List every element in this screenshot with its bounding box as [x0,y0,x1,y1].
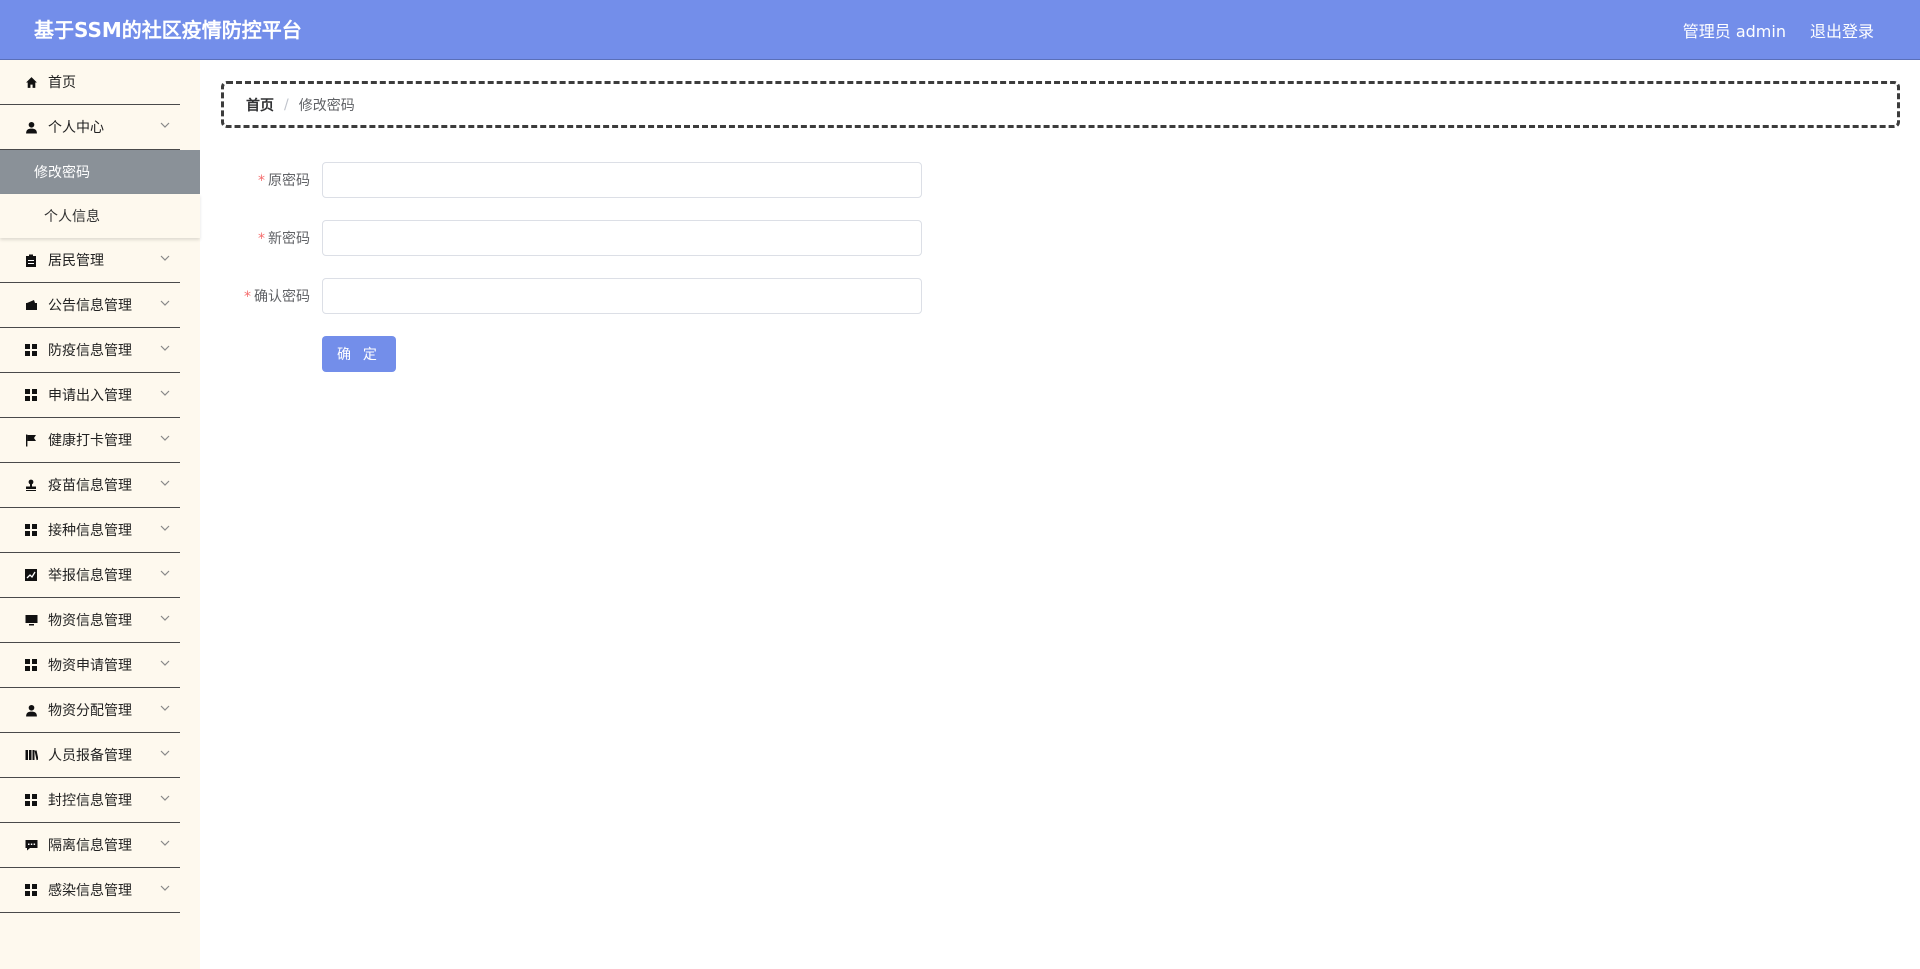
flag-icon [24,433,38,447]
required-asterisk: * [244,289,251,305]
chevron-down-icon [160,795,170,801]
sidebar-item-announcements[interactable]: 公告信息管理 [0,283,180,328]
sidebar-item-label: 居民管理 [48,253,104,269]
logout-button[interactable]: 退出登录 [1810,18,1874,42]
chevron-down-icon [160,885,170,891]
sidebar-item-label: 个人中心 [48,120,104,136]
sidebar-item-label: 防疫信息管理 [48,343,132,359]
sidebar-item-supplies-requests[interactable]: 物资申请管理 [0,643,180,688]
change-password-form: * 原密码 * 新密码 * 确认密码 确 定 [240,162,922,372]
grid-icon [24,793,38,807]
chevron-down-icon [160,122,170,128]
chevron-down-icon [160,750,170,756]
submenu-item-personal-info[interactable]: 个人信息 [0,194,200,238]
form-row-old-password: * 原密码 [240,162,922,198]
comment-icon [24,838,38,852]
grid-icon [24,523,38,537]
chevron-down-icon [160,255,170,261]
chevron-down-icon [160,840,170,846]
sidebar-item-label: 物资信息管理 [48,613,132,629]
sidebar: 首页 个人中心 修改密码 个人信息 居民管理 公告信息管理 防疫信息管理 申请出… [0,60,200,969]
chevron-down-icon [160,525,170,531]
sidebar-item-supplies-allocation[interactable]: 物资分配管理 [0,688,180,733]
monitor-icon [24,613,38,627]
sidebar-item-health-checkin[interactable]: 健康打卡管理 [0,418,180,463]
grid-icon [24,883,38,897]
sidebar-item-lockdown-info[interactable]: 封控信息管理 [0,778,180,823]
sidebar-item-reports[interactable]: 举报信息管理 [0,553,180,598]
sidebar-item-label: 申请出入管理 [48,388,132,404]
sidebar-item-label: 接种信息管理 [48,523,132,539]
chevron-down-icon [160,390,170,396]
chevron-down-icon [160,660,170,666]
old-password-label: * 原密码 [258,173,310,189]
books-icon [24,748,38,762]
sidebar-item-label: 物资分配管理 [48,703,132,719]
confirm-button[interactable]: 确 定 [322,336,396,372]
home-icon [24,75,38,89]
user-icon [24,120,38,134]
required-asterisk: * [258,231,265,247]
confirm-password-label: * 确认密码 [244,289,310,305]
sidebar-item-vaccination-info[interactable]: 接种信息管理 [0,508,180,553]
sidebar-item-access-requests[interactable]: 申请出入管理 [0,373,180,418]
stamp-icon [24,478,38,492]
grid-icon [24,343,38,357]
sidebar-item-quarantine-info[interactable]: 隔离信息管理 [0,823,180,868]
person-icon [24,703,38,717]
form-row-new-password: * 新密码 [240,220,922,256]
new-password-label: * 新密码 [258,231,310,247]
header-user-area: 管理员 admin 退出登录 [1683,0,1874,60]
chevron-down-icon [160,570,170,576]
sidebar-item-label: 隔离信息管理 [48,838,132,854]
grid-icon [24,658,38,672]
breadcrumb-separator: / [284,96,289,113]
sidebar-item-label: 健康打卡管理 [48,433,132,449]
sidebar-item-label: 首页 [48,75,76,91]
confirm-password-input[interactable] [322,278,922,314]
sidebar-item-prevention-info[interactable]: 防疫信息管理 [0,328,180,373]
sidebar-item-label: 疫苗信息管理 [48,478,132,494]
chevron-down-icon [160,705,170,711]
sidebar-item-residents[interactable]: 居民管理 [0,238,180,283]
required-asterisk: * [258,173,265,189]
top-header: 基于SSM的社区疫情防控平台 管理员 admin 退出登录 [0,0,1920,60]
sidebar-item-label: 人员报备管理 [48,748,132,764]
sidebar-item-label: 公告信息管理 [48,298,132,314]
grid-icon [24,388,38,402]
sidebar-item-supplies-info[interactable]: 物资信息管理 [0,598,180,643]
current-user-label: 管理员 admin [1682,22,1786,41]
sidebar-item-vaccine-info[interactable]: 疫苗信息管理 [0,463,180,508]
app-title: 基于SSM的社区疫情防控平台 [34,18,302,42]
chart-icon [24,568,38,582]
sidebar-item-home[interactable]: 首页 [0,60,180,105]
chevron-down-icon [160,480,170,486]
sidebar-item-label: 封控信息管理 [48,793,132,809]
chevron-down-icon [160,345,170,351]
sidebar-item-label: 物资申请管理 [48,658,132,674]
submenu-item-change-password[interactable]: 修改密码 [0,150,200,194]
sidebar-item-personal-center[interactable]: 个人中心 [0,105,180,150]
breadcrumb: 首页 / 修改密码 [221,81,1900,128]
breadcrumb-home-link[interactable]: 首页 [246,95,274,115]
old-password-input[interactable] [322,162,922,198]
sidebar-item-label: 举报信息管理 [48,568,132,584]
wallet-icon [24,298,38,312]
sidebar-item-infection-info[interactable]: 感染信息管理 [0,868,180,913]
sidebar-item-label: 感染信息管理 [48,883,132,899]
form-row-confirm-password: * 确认密码 [240,278,922,314]
chevron-down-icon [160,300,170,306]
chevron-down-icon [160,435,170,441]
sidebar-item-personnel-filing[interactable]: 人员报备管理 [0,733,180,778]
clipboard-icon [24,253,38,267]
chevron-down-icon [160,615,170,621]
new-password-input[interactable] [322,220,922,256]
breadcrumb-current: 修改密码 [298,97,355,114]
